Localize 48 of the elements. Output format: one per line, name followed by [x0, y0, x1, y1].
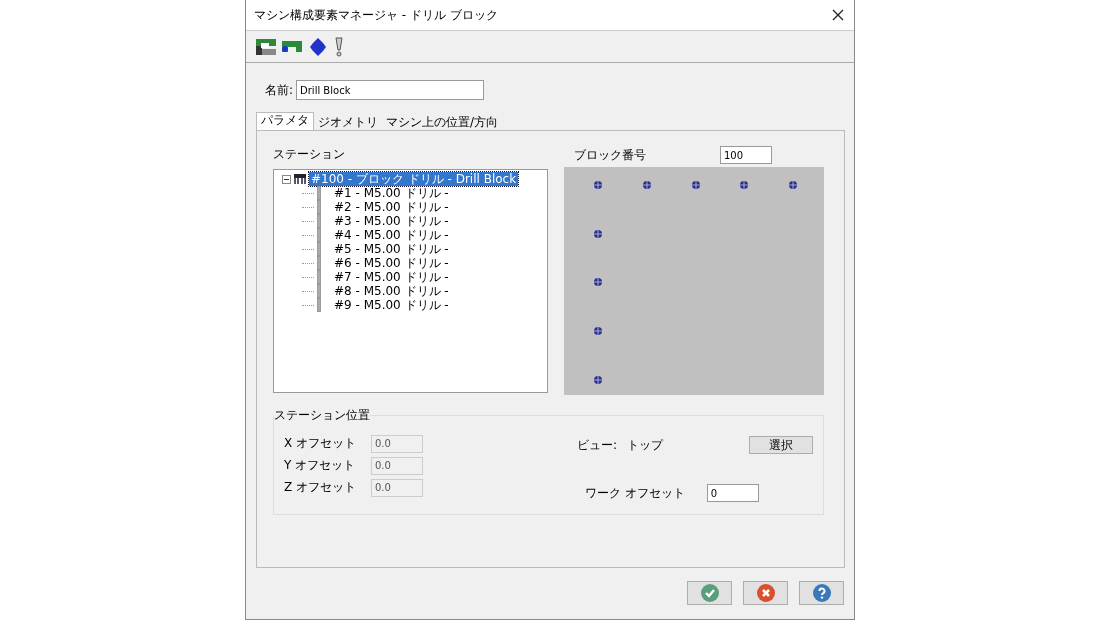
tree-item[interactable]: #1 - M5.00 ドリル -	[332, 186, 451, 200]
hole-marker-icon	[593, 375, 603, 385]
station-position-title: ステーション位置	[274, 407, 370, 424]
name-field[interactable]: Drill Block	[296, 80, 485, 100]
cancel-button[interactable]	[743, 581, 788, 605]
tree-item[interactable]: #7 - M5.00 ドリル -	[332, 270, 451, 284]
tree-item[interactable]: #3 - M5.00 ドリル -	[332, 214, 451, 228]
help-icon	[812, 584, 831, 602]
hole-marker-icon	[739, 180, 749, 190]
tab[interactable]: ジオメトリ	[314, 115, 382, 130]
block-number-field[interactable]: 100	[720, 146, 772, 164]
hole-marker-icon	[593, 277, 603, 287]
block-number-label: ブロック番号	[574, 146, 646, 164]
tab[interactable]: マシン上の位置/方向	[382, 115, 503, 130]
block-icon[interactable]	[256, 36, 276, 57]
tree-item[interactable]: #4 - M5.00 ドリル -	[332, 228, 451, 242]
tree-item[interactable]: #6 - M5.00 ドリル -	[332, 256, 451, 270]
tab[interactable]: パラメタ	[256, 112, 314, 130]
close-icon[interactable]	[832, 9, 844, 21]
hole-marker-icon	[593, 180, 603, 190]
hole-marker-icon	[642, 180, 652, 190]
hole-marker-icon	[691, 180, 701, 190]
hole-marker-icon	[593, 229, 603, 239]
name-label: 名前:	[265, 81, 294, 99]
block-node-icon	[294, 173, 306, 185]
work-offset-field[interactable]: 0	[706, 484, 759, 502]
check-icon	[700, 584, 719, 602]
offset-label: Y オフセット	[284, 457, 357, 474]
tree-item[interactable]: #100 - ブロック ドリル - Drill Block	[309, 172, 519, 186]
window-title: マシン構成要素マネージャ - ドリル ブロック	[254, 6, 498, 24]
tree-item[interactable]: #8 - M5.00 ドリル -	[332, 284, 451, 298]
station-label: ステーション	[273, 146, 346, 163]
view-value: トップ	[627, 436, 665, 454]
offset-label: X オフセット	[284, 435, 358, 452]
tree-item[interactable]: #2 - M5.00 ドリル -	[332, 200, 451, 214]
tree-item[interactable]: #5 - M5.00 ドリル -	[332, 242, 451, 256]
tree-item[interactable]: #9 - M5.00 ドリル -	[332, 298, 451, 312]
close-icon	[756, 584, 775, 602]
hole-marker-icon	[788, 180, 798, 190]
collapse-icon[interactable]	[282, 174, 291, 184]
view-label: ビュー:	[577, 436, 618, 454]
select-button[interactable]: 選択	[749, 436, 813, 454]
offset-label: Z オフセット	[284, 479, 358, 496]
ok-button[interactable]	[687, 581, 732, 605]
exclamation-icon[interactable]	[334, 36, 344, 57]
help-button[interactable]	[799, 581, 844, 605]
work-offset-label: ワーク オフセット	[585, 484, 685, 502]
hole-marker-icon	[593, 326, 603, 336]
